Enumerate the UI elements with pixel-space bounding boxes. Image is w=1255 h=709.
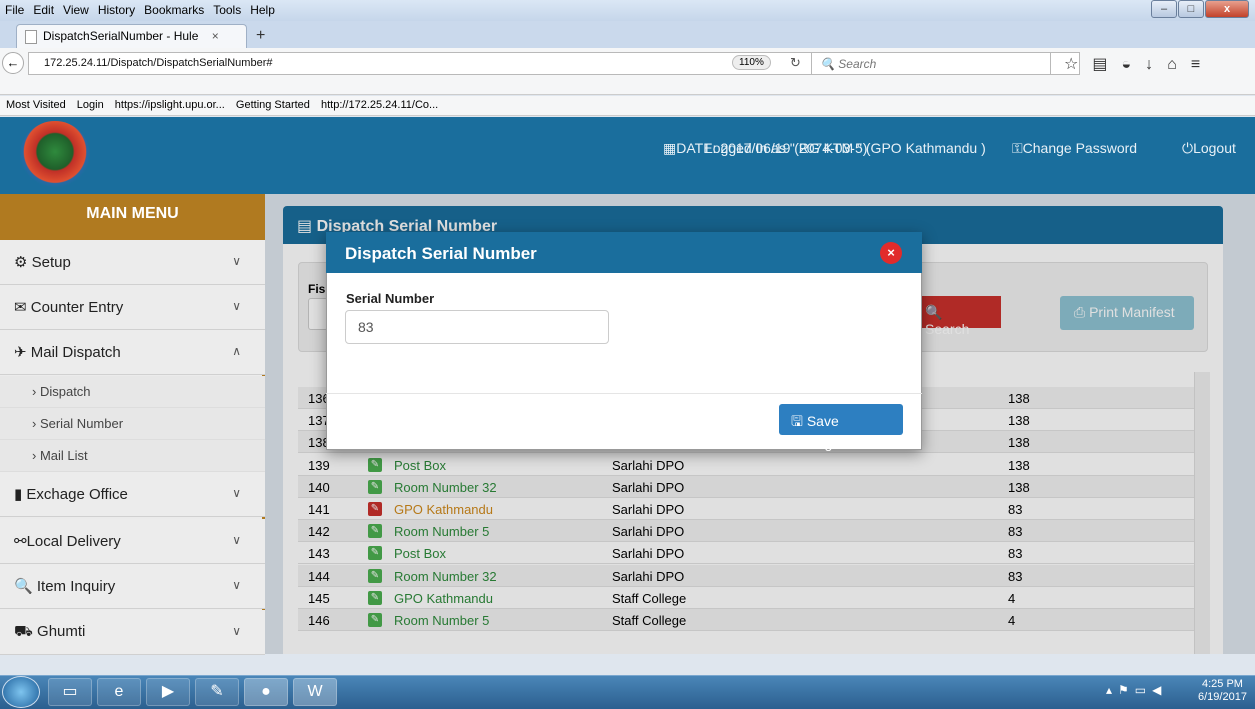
menu-history[interactable]: History: [93, 0, 139, 17]
serial-number-label: Serial Number: [346, 291, 435, 306]
menu-tools[interactable]: Tools: [208, 0, 245, 17]
media-taskbar-icon[interactable]: ▶: [146, 678, 190, 706]
serial-number-input[interactable]: 83: [345, 310, 609, 344]
save-icon: 🖫: [791, 413, 803, 429]
browser-search-input[interactable]: 🔍 Search: [811, 52, 1051, 75]
change-password-link[interactable]: ⚿Change Password: [1012, 140, 1137, 157]
sidebar-item-label: Exchage Office: [26, 486, 128, 503]
explorer-taskbar-icon[interactable]: ▭: [48, 678, 92, 706]
plane-icon: ✈: [14, 344, 31, 361]
sidebar-item-label: Local Delivery: [26, 533, 121, 550]
sidebar-subitem-dispatch[interactable]: › Dispatch: [0, 376, 265, 408]
chevron-down-icon: ∨: [232, 578, 241, 592]
modal-divider: [326, 393, 922, 394]
start-button[interactable]: [2, 676, 40, 708]
download-icon[interactable]: ↓: [1145, 56, 1167, 73]
menu-edit[interactable]: Edit: [28, 0, 58, 17]
car-icon: ⛟: [14, 623, 38, 640]
system-tray: ▴⚑▭◀: [1106, 683, 1168, 697]
browser-menubar: File Edit View History Bookmarks Tools Help: [0, 0, 1255, 21]
subitem-label: Serial Number: [39, 416, 124, 431]
zoom-indicator[interactable]: 110%: [732, 55, 771, 70]
chevron-down-icon: ∨: [232, 254, 241, 268]
bookmarks-bar: Most Visited Login https://ipslight.upu.…: [0, 96, 1255, 116]
logout-link[interactable]: ⏻Logout: [1182, 140, 1236, 157]
taskbar-clock[interactable]: 4:25 PM 6/19/2017: [1198, 678, 1247, 704]
tab-title: DispatchSerialNumber - Hule: [43, 29, 199, 43]
ie-taskbar-icon[interactable]: e: [97, 678, 141, 706]
calendar-icon: ▦: [663, 140, 677, 156]
clock-date: 6/19/2017: [1198, 691, 1247, 703]
sidebar-subitem-serial-number[interactable]: › Serial Number: [0, 408, 265, 440]
sidebar-item-label: Ghumti: [37, 623, 86, 640]
sidebar-item-exchange-office[interactable]: ▮ Exchage Office ∨: [0, 472, 265, 517]
key-icon: ⚿: [1012, 140, 1023, 156]
envelope-icon: ✉: [14, 299, 31, 316]
reload-icon[interactable]: ↻: [790, 55, 801, 71]
window-controls: – □ x: [1150, 0, 1249, 20]
bookmark-getting-started[interactable]: Getting Started: [236, 99, 310, 111]
sidebar-item-label: Setup: [31, 254, 71, 271]
bicycle-icon: ⚯: [14, 533, 27, 550]
pocket-icon[interactable]: ◒: [1121, 56, 1145, 73]
page-favicon-icon: [25, 29, 37, 44]
change-password-label: Change Password: [1022, 140, 1138, 156]
sidebar-item-label: Mail Dispatch: [30, 344, 121, 361]
minimize-button[interactable]: –: [1151, 0, 1177, 18]
back-button[interactable]: ←: [2, 52, 24, 74]
sidebar-item-local-delivery[interactable]: ⚯Local Delivery ∨: [0, 519, 265, 564]
url-text: 172.25.24.11/Dispatch/DispatchSerialNumb…: [44, 57, 273, 69]
nepal-post-logo: [20, 121, 90, 189]
new-tab-button[interactable]: +: [256, 27, 265, 45]
toolbar-icons: ☆▤◒↓⌂≡: [1064, 54, 1214, 74]
logout-label: Logout: [1193, 140, 1236, 156]
chevron-down-icon: ∨: [232, 624, 241, 638]
browser-tab[interactable]: DispatchSerialNumber - Hule ×: [16, 24, 247, 48]
home-icon[interactable]: ⌂: [1167, 56, 1191, 73]
bookmark-most-visited[interactable]: Most Visited: [6, 99, 66, 111]
bookmark-login[interactable]: Login: [77, 99, 104, 111]
save-change-button[interactable]: 🖫 Save Change: [779, 404, 903, 451]
paint-taskbar-icon[interactable]: ✎: [195, 678, 239, 706]
chevron-down-icon: ∨: [232, 299, 241, 313]
cogs-icon: ⚙: [14, 254, 32, 271]
maximize-button[interactable]: □: [1178, 0, 1204, 18]
tab-close-icon[interactable]: ×: [212, 29, 219, 43]
hamburger-menu-icon[interactable]: ≡: [1191, 56, 1214, 73]
close-window-button[interactable]: x: [1205, 0, 1249, 18]
sidebar-item-ghumti[interactable]: ⛟ Ghumti ∨: [0, 610, 265, 655]
bookmark-star-icon[interactable]: ☆: [1064, 56, 1092, 73]
sidebar-subitem-mail-list[interactable]: › Mail List: [0, 440, 265, 472]
sidebar-item-setup[interactable]: ⚙ Setup ∨: [0, 240, 265, 285]
firefox-taskbar-icon[interactable]: ●: [244, 678, 288, 706]
modal-title: Dispatch Serial Number: [326, 232, 922, 273]
subitem-label: Dispatch: [39, 384, 91, 399]
menu-bookmarks[interactable]: Bookmarks: [139, 0, 208, 17]
chevron-up-icon: ∧: [232, 344, 241, 358]
briefcase-icon: ▮: [14, 486, 27, 503]
clock-time: 4:25 PM: [1201, 678, 1243, 690]
logged-in-info: Logged In as " RG KTM " (GPO Kathmandu ): [705, 140, 986, 156]
menu-view[interactable]: View: [58, 0, 93, 17]
sidebar-item-label: Counter Entry: [30, 299, 124, 316]
menu-help[interactable]: Help: [245, 0, 279, 17]
sidebar-item-mail-dispatch[interactable]: ✈ Mail Dispatch ∧: [0, 330, 265, 375]
sidebar-item-label: Item Inquiry: [36, 578, 116, 595]
sidebar-item-counter-entry[interactable]: ✉ Counter Entry ∨: [0, 285, 265, 330]
modal-close-button[interactable]: ×: [880, 242, 902, 264]
menu-file[interactable]: File: [0, 0, 28, 17]
subitem-label: Mail List: [39, 448, 88, 463]
chevron-down-icon: ∨: [232, 486, 241, 500]
main-menu-title: MAIN MENU: [0, 194, 265, 240]
bookmark-ipslight[interactable]: https://ipslight.upu.or...: [115, 99, 225, 111]
bookmark-local-co[interactable]: http://172.25.24.11/Co...: [321, 99, 438, 111]
sidebar-item-item-inquiry[interactable]: 🔍 Item Inquiry ∨: [0, 564, 265, 609]
search-placeholder: Search: [838, 57, 877, 71]
word-taskbar-icon[interactable]: W: [293, 678, 337, 706]
power-icon: ⏻: [1182, 140, 1194, 156]
reading-list-icon[interactable]: ▤: [1092, 56, 1121, 73]
search-icon: 🔍: [14, 578, 37, 595]
chevron-down-icon: ∨: [232, 533, 241, 547]
